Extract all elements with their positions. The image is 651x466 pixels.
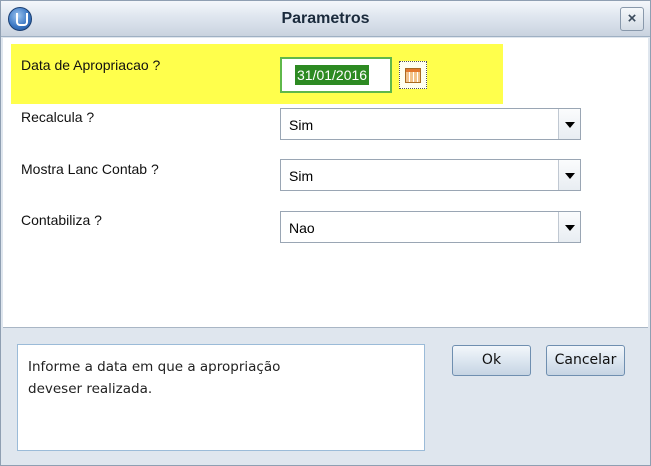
calendar-icon [405, 68, 421, 83]
chevron-down-icon[interactable] [558, 212, 580, 242]
date-apropriacao-input[interactable]: 31/01/2016 [280, 57, 392, 93]
parameters-dialog: Parametros × Data de Apropriacao ? 31/01… [0, 0, 651, 466]
close-button[interactable]: × [620, 7, 644, 31]
label-contabiliza: Contabiliza ? [21, 212, 102, 228]
label-data-apropriacao: Data de Apropriacao ? [21, 57, 161, 73]
dialog-title: Parametros [281, 10, 370, 27]
parameters-form: Data de Apropriacao ? 31/01/2016 Recalcu… [3, 38, 648, 328]
chevron-down-icon[interactable] [558, 109, 580, 139]
title-bar: Parametros × [1, 1, 650, 37]
cancel-button[interactable]: Cancelar [546, 345, 625, 376]
mostra-lanc-contab-select[interactable]: Sim [280, 159, 581, 191]
ok-button[interactable]: Ok [452, 345, 531, 376]
help-text-box: Informe a data em que a apropriação deve… [17, 344, 425, 451]
active-field-highlight [11, 44, 503, 104]
label-mostra-lanc-contab: Mostra Lanc Contab ? [21, 161, 159, 177]
calendar-button[interactable] [399, 61, 427, 89]
help-text: Informe a data em que a apropriação deve… [28, 356, 408, 400]
help-text-line: deveser realizada. [28, 381, 153, 397]
label-recalcula: Recalcula ? [21, 109, 95, 125]
contabiliza-select[interactable]: Nao [280, 211, 581, 243]
mostra-lanc-contab-value: Sim [289, 168, 314, 184]
recalcula-value: Sim [289, 117, 314, 133]
contabiliza-value: Nao [289, 220, 315, 236]
recalcula-select[interactable]: Sim [280, 108, 581, 140]
help-text-line: Informe a data em que a apropriação [28, 359, 281, 375]
chevron-down-icon[interactable] [558, 160, 580, 190]
date-apropriacao-value: 31/01/2016 [295, 65, 370, 85]
